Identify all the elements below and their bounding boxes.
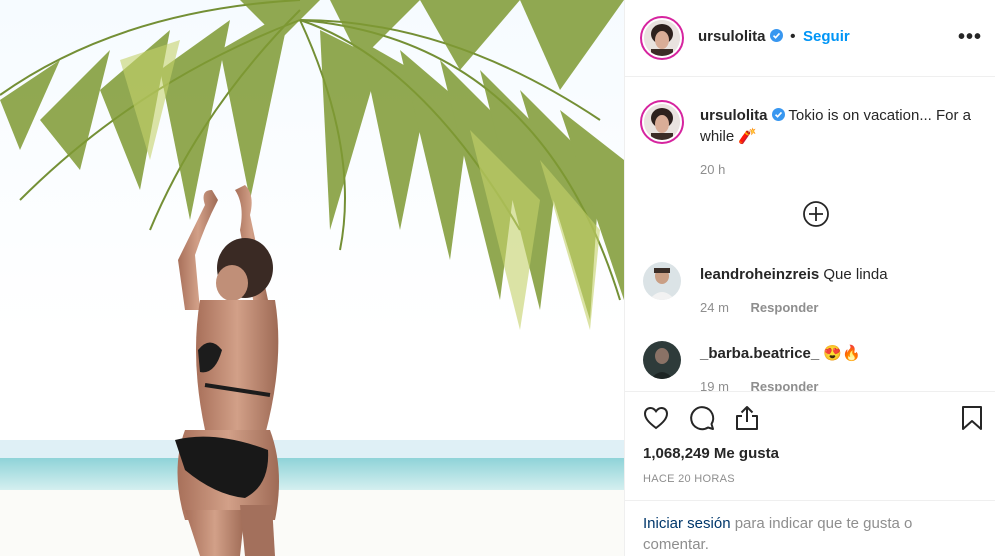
share-icon <box>736 406 758 430</box>
like-count[interactable]: 1,068,249 Me gusta <box>643 445 779 462</box>
reply-button[interactable]: Responder <box>751 379 819 391</box>
login-prompt: Iniciar sesión para indicar que te gusta… <box>625 500 995 557</box>
comments-section[interactable]: ursulolita Tokio is on vacation... For a… <box>625 78 995 391</box>
like-button[interactable] <box>642 404 670 432</box>
post-time: HACE 20 HORAS <box>643 473 735 485</box>
avatar-image <box>644 20 680 56</box>
comment-icon <box>690 406 715 431</box>
share-button[interactable] <box>733 404 761 432</box>
caption: ursulolita Tokio is on vacation... For a… <box>700 105 985 147</box>
author-avatar[interactable] <box>640 16 684 60</box>
comment-avatar[interactable] <box>643 341 681 379</box>
reply-button[interactable]: Responder <box>751 300 819 315</box>
author-username[interactable]: ursulolita <box>698 28 766 45</box>
instagram-post-view: ursulolita • Seguir ••• ursulolita Tokio… <box>0 0 995 556</box>
comment-meta: 24 m Responder <box>700 300 818 315</box>
comment-text: Que linda <box>823 266 888 283</box>
separator-dot: • <box>789 28 796 45</box>
comment-meta: 19 m Responder <box>700 379 818 391</box>
caption-author-avatar[interactable] <box>640 100 684 144</box>
post-photo[interactable] <box>0 0 624 556</box>
load-more-comments-button[interactable] <box>802 200 830 228</box>
comment-avatar[interactable] <box>643 262 681 300</box>
comment-age: 19 m <box>700 379 729 391</box>
caption-age: 20 h <box>700 162 726 177</box>
caption-emoji: 🧨 <box>738 128 758 145</box>
more-options-icon[interactable]: ••• <box>958 26 982 49</box>
login-link[interactable]: Iniciar sesión <box>643 515 731 532</box>
avatar-image <box>643 262 681 300</box>
avatar-image <box>644 104 680 140</box>
follow-button[interactable]: Seguir <box>803 28 850 45</box>
post-side-panel: ursulolita • Seguir ••• ursulolita Tokio… <box>624 0 995 556</box>
comment-row: leandroheinzreis Que linda <box>700 264 985 285</box>
avatar-image <box>643 341 681 379</box>
plus-circle-icon <box>803 201 829 227</box>
comment-row: _barba.beatrice_ 😍🔥 <box>700 343 985 364</box>
comment-username[interactable]: _barba.beatrice_ <box>700 345 819 362</box>
post-actions: 1,068,249 Me gusta HACE 20 HORAS Iniciar… <box>625 391 995 556</box>
beach-photo <box>0 0 624 556</box>
comment-emoji: 😍🔥 <box>823 345 861 362</box>
comment-button[interactable] <box>688 404 716 432</box>
bookmark-icon <box>962 406 982 430</box>
save-button[interactable] <box>958 404 986 432</box>
verified-badge-icon <box>769 29 783 42</box>
header-title-row: ursulolita • Seguir <box>698 28 850 46</box>
caption-username[interactable]: ursulolita <box>700 107 768 124</box>
heart-icon <box>643 406 669 430</box>
comment-age: 24 m <box>700 300 729 315</box>
post-header: ursulolita • Seguir ••• <box>625 0 995 77</box>
comment-username[interactable]: leandroheinzreis <box>700 266 819 283</box>
verified-badge-icon <box>771 108 785 121</box>
